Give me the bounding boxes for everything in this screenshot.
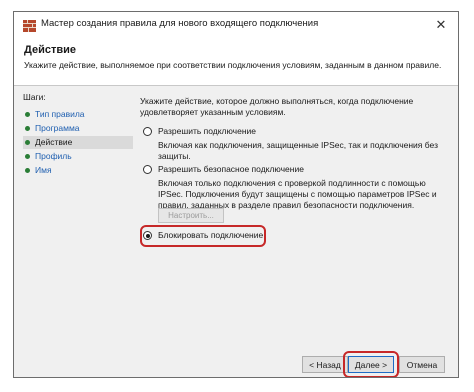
step-dot-icon [25, 168, 30, 173]
back-button[interactable]: < Назад [302, 356, 348, 373]
step-dot-icon [25, 140, 30, 145]
radio-block[interactable] [143, 231, 152, 240]
step-profile[interactable]: Профиль [23, 150, 133, 163]
firewall-app-icon [23, 19, 36, 32]
option-block[interactable]: Блокировать подключение [140, 230, 445, 244]
steps-title: Шаги: [23, 92, 46, 102]
wizard-window: Мастер создания правила для нового входя… [13, 11, 459, 378]
option-allow-secure-label[interactable]: Разрешить безопасное подключение [158, 164, 304, 174]
page-subtitle: Укажите действие, выполняемое при соотве… [24, 60, 442, 70]
step-label: Профиль [35, 151, 72, 161]
title-bar[interactable]: Мастер создания правила для нового входя… [14, 12, 458, 38]
option-block-label[interactable]: Блокировать подключение [158, 230, 263, 240]
option-allow[interactable]: Разрешить подключение Включая как подклю… [140, 126, 445, 162]
step-dot-icon [25, 126, 30, 131]
option-allow-label[interactable]: Разрешить подключение [158, 126, 256, 136]
action-content: Укажите действие, которое должно выполня… [140, 96, 445, 247]
wizard-header: Действие Укажите действие, выполняемое п… [14, 38, 458, 86]
step-label: Программа [35, 123, 80, 133]
settings-button: Настроить... [158, 208, 224, 223]
step-label: Тип правила [35, 109, 85, 119]
next-button[interactable]: Далее > [348, 356, 394, 373]
wizard-body: Шаги: Тип правила Программа Действие Про… [14, 86, 458, 377]
step-dot-icon [25, 112, 30, 117]
steps-panel: Шаги: Тип правила Программа Действие Про… [23, 92, 133, 178]
step-program[interactable]: Программа [23, 122, 133, 135]
step-rule-type[interactable]: Тип правила [23, 108, 133, 121]
window-title: Мастер создания правила для нового входя… [41, 18, 319, 29]
option-allow-description: Включая как подключения, защищенные IPSe… [158, 140, 438, 161]
option-allow-secure[interactable]: Разрешить безопасное подключение Включая… [140, 164, 445, 211]
step-action[interactable]: Действие [23, 136, 133, 149]
radio-allow-secure[interactable] [143, 165, 152, 174]
option-allow-secure-description: Включая только подключения с проверкой п… [158, 178, 437, 210]
page-title: Действие [24, 44, 76, 56]
intro-text: Укажите действие, которое должно выполня… [140, 96, 414, 117]
radio-allow[interactable] [143, 127, 152, 136]
step-name[interactable]: Имя [23, 164, 133, 177]
step-label: Действие [35, 137, 73, 147]
step-label: Имя [35, 165, 52, 175]
cancel-button[interactable]: Отмена [399, 356, 445, 373]
close-icon[interactable]: ✕ [424, 12, 458, 38]
step-dot-icon [25, 154, 30, 159]
